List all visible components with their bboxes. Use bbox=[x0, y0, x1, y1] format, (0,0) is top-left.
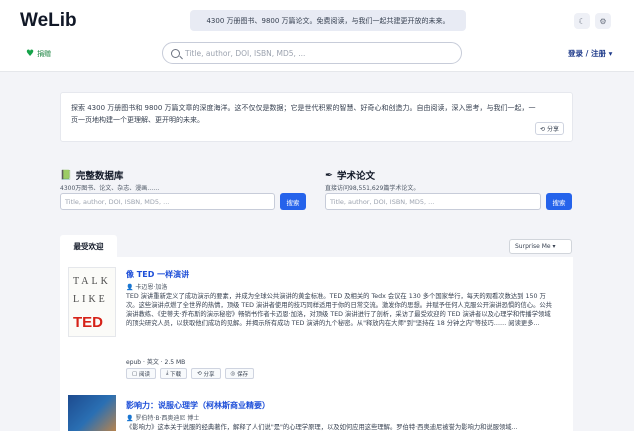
save-button[interactable]: ◎ 保存 bbox=[224, 368, 255, 379]
search-icon bbox=[171, 48, 180, 58]
top-header: WeLib 4300 万册图书、9800 万篇论文。免费阅读，与我们一起共建更开… bbox=[0, 0, 634, 72]
pen-icon: ✒ bbox=[325, 169, 333, 181]
books-db-search-button[interactable]: 搜索 bbox=[280, 193, 306, 210]
tab-most-popular[interactable]: 最受欢迎 bbox=[60, 235, 117, 257]
list-item[interactable]: 影响力：说服心理学（柯林斯商业精要） 👤 罗伯特·B·西奥迪尼 博士 《影响力》… bbox=[68, 395, 565, 431]
theme-toggle-icon[interactable]: ☾ bbox=[574, 13, 590, 29]
main-search-bar[interactable] bbox=[162, 42, 462, 64]
book-description: TED 演讲重新定义了成功演示的要素，并成为全球公共演讲的黄金标准。TED 及相… bbox=[126, 293, 552, 327]
announcement-banner: 4300 万册图书、9800 万篇论文。免费阅读，与我们一起共建更开放的未来。 bbox=[190, 10, 466, 31]
intro-card: 探索 4300 万册图书和 9800 万篇文章的深度海洋。这不仅仅是数据；它是世… bbox=[60, 92, 573, 142]
book-title[interactable]: 影响力：说服心理学（柯林斯商业精要） bbox=[126, 400, 270, 411]
book-meta: epub · 英文 · 2.5 MB bbox=[126, 359, 186, 366]
user-icon: 👤 bbox=[126, 415, 134, 422]
donate-label: 捐赠 bbox=[37, 50, 52, 58]
books-db-title: 📗 完整数据库 bbox=[60, 169, 124, 183]
papers-db-search-button[interactable]: 搜索 bbox=[546, 193, 572, 210]
book-author: 👤 罗伯特·B·西奥迪尼 博士 bbox=[126, 415, 200, 422]
intro-share-button[interactable]: ⟲ 分享 bbox=[535, 122, 564, 135]
heart-icon: ♥ bbox=[26, 49, 35, 59]
intro-text: 探索 4300 万册图书和 9800 万篇文章的深度海洋。这不仅仅是数据；它是世… bbox=[71, 104, 536, 124]
user-icon: 👤 bbox=[126, 284, 134, 291]
papers-db-title: ✒ 学术论文 bbox=[325, 169, 375, 183]
books-db-search-input[interactable]: Title, author, DOI, ISBN, MD5, ... bbox=[60, 193, 275, 210]
share-button[interactable]: ⟲ 分享 bbox=[191, 368, 221, 379]
book-author: 👤 卡迈恩·加洛 bbox=[126, 284, 168, 291]
list-item[interactable]: TALK LIKE TED 像 TED 一样演讲 👤 卡迈恩·加洛 TED 演讲… bbox=[68, 267, 565, 385]
chevron-down-icon: ▾ bbox=[550, 243, 556, 250]
sort-select[interactable]: Surprise Me ▾ bbox=[509, 239, 572, 254]
papers-db-search-input[interactable]: Title, author, DOI, ISBN, MD5, ... bbox=[325, 193, 541, 210]
book-list: TALK LIKE TED 像 TED 一样演讲 👤 卡迈恩·加洛 TED 演讲… bbox=[60, 257, 573, 431]
site-logo[interactable]: WeLib bbox=[20, 10, 77, 32]
settings-icon[interactable]: ⚙ bbox=[595, 13, 611, 29]
books-db-subtitle: 4300万图书、论文、杂志、漫画…… bbox=[60, 185, 160, 192]
main-search-input[interactable] bbox=[185, 48, 445, 58]
book-icon: 📗 bbox=[60, 169, 72, 181]
read-button[interactable]: ▢ 阅读 bbox=[126, 368, 156, 379]
download-button[interactable]: ⤓ 下载 bbox=[159, 368, 188, 379]
book-cover[interactable] bbox=[68, 395, 116, 431]
papers-db-subtitle: 直接访问98,551,629篇学术论文。 bbox=[325, 185, 420, 192]
book-cover[interactable]: TALK LIKE TED bbox=[68, 267, 116, 337]
book-description: 《影响力》这本关于说服的经典著作，解释了人们说"是"的心理学原理，以及如何应用这… bbox=[126, 424, 518, 431]
login-register-link[interactable]: 登录 / 注册 ▾ bbox=[568, 48, 612, 59]
book-actions: ▢ 阅读 ⤓ 下载 ⟲ 分享 ◎ 保存 bbox=[126, 368, 255, 379]
book-title[interactable]: 像 TED 一样演讲 bbox=[126, 269, 189, 280]
donate-link[interactable]: ♥ 捐赠 bbox=[26, 49, 51, 59]
